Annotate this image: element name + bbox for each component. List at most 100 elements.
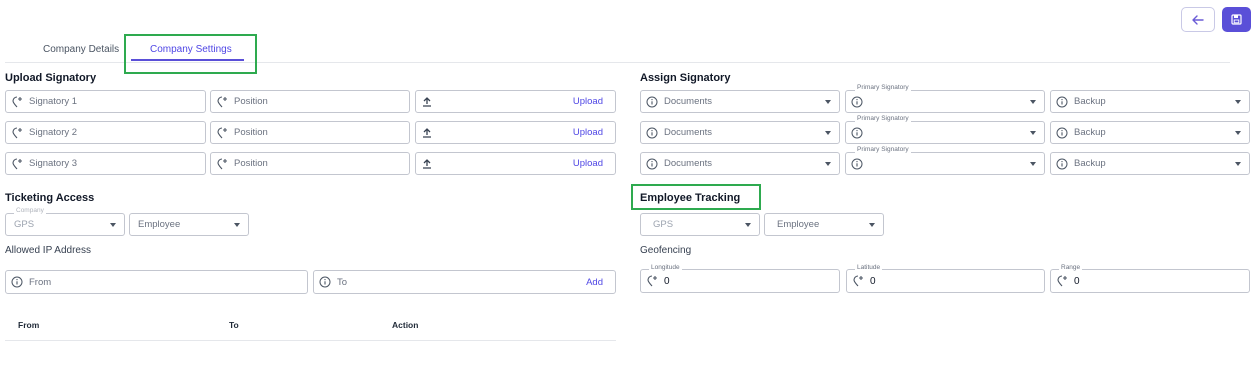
longitude-value: 0 xyxy=(664,275,670,287)
add-ip-button[interactable]: Add xyxy=(586,277,603,288)
back-button[interactable] xyxy=(1181,7,1215,32)
info-icon xyxy=(851,127,863,138)
primary-signatory-select[interactable] xyxy=(845,90,1045,113)
documents-select[interactable]: Documents xyxy=(640,90,840,113)
signature-upload-field[interactable]: Upload xyxy=(415,90,616,113)
chevron-down-icon xyxy=(825,130,831,135)
signatory-name-input[interactable]: Signatory 2 xyxy=(5,121,206,144)
location-plus-icon xyxy=(217,157,227,169)
signature-upload-field[interactable]: Upload xyxy=(415,152,616,175)
employee-select[interactable]: Employee xyxy=(129,213,249,236)
location-plus-icon xyxy=(217,126,227,138)
position-input[interactable]: Position xyxy=(210,90,410,113)
chevron-down-icon xyxy=(745,222,751,227)
range-value: 0 xyxy=(1074,275,1080,287)
position-placeholder: Position xyxy=(234,127,268,138)
chevron-down-icon xyxy=(234,222,240,227)
backup-value: Backup xyxy=(1074,96,1106,107)
chevron-down-icon xyxy=(110,222,116,227)
employee-value: Employee xyxy=(138,219,181,230)
backup-select[interactable]: Backup xyxy=(1050,121,1250,144)
documents-value: Documents xyxy=(664,96,713,107)
info-icon xyxy=(1056,96,1068,107)
backup-select[interactable]: Backup xyxy=(1050,152,1250,175)
info-icon xyxy=(646,127,658,138)
info-icon xyxy=(646,96,658,107)
location-plus-icon xyxy=(1057,275,1067,287)
location-plus-icon xyxy=(217,95,227,107)
documents-value: Documents xyxy=(664,127,713,138)
position-input[interactable]: Position xyxy=(210,121,410,144)
tracking-company-select[interactable]: GPS xyxy=(640,213,760,236)
location-plus-icon xyxy=(853,275,863,287)
documents-value: Documents xyxy=(664,158,713,169)
chevron-down-icon xyxy=(869,222,875,227)
location-plus-icon xyxy=(12,157,22,169)
highlight-box-tab xyxy=(124,34,257,74)
save-button[interactable] xyxy=(1222,7,1251,32)
company-label: Company xyxy=(14,207,46,214)
upload-icon xyxy=(423,158,431,169)
upload-button[interactable]: Upload xyxy=(573,96,603,107)
ip-from-input[interactable]: From xyxy=(5,270,308,294)
primary-signatory-select[interactable] xyxy=(845,152,1045,175)
location-plus-icon xyxy=(12,95,22,107)
position-input[interactable]: Position xyxy=(210,152,410,175)
chevron-down-icon xyxy=(825,161,831,166)
location-plus-icon xyxy=(12,126,22,138)
latitude-label: Latitude xyxy=(855,264,883,271)
position-placeholder: Position xyxy=(234,158,268,169)
tracking-employee-select[interactable]: Employee xyxy=(764,213,884,236)
info-icon xyxy=(646,158,658,169)
upload-icon xyxy=(423,96,431,107)
latitude-input[interactable]: 0 xyxy=(846,269,1045,293)
primary-signatory-select[interactable] xyxy=(845,121,1045,144)
chevron-down-icon xyxy=(1030,99,1036,104)
documents-select[interactable]: Documents xyxy=(640,152,840,175)
info-icon xyxy=(1056,127,1068,138)
company-select[interactable]: GPS xyxy=(5,213,125,236)
company-value: GPS xyxy=(14,219,35,230)
table-header-to: To xyxy=(229,320,239,330)
documents-select[interactable]: Documents xyxy=(640,121,840,144)
range-input[interactable]: 0 xyxy=(1050,269,1250,293)
chevron-down-icon xyxy=(1235,130,1241,135)
upload-icon xyxy=(423,127,431,138)
upload-signatory-title: Upload Signatory xyxy=(5,72,97,84)
chevron-down-icon xyxy=(1235,99,1241,104)
primary-signatory-label: Primary Signatory xyxy=(855,146,911,153)
signature-upload-field[interactable]: Upload xyxy=(415,121,616,144)
range-label: Range xyxy=(1059,264,1083,271)
employee-tracking-title: Employee Tracking xyxy=(640,192,741,204)
signatory-name-placeholder: Signatory 2 xyxy=(29,127,78,138)
table-header-from: From xyxy=(18,320,40,330)
position-placeholder: Position xyxy=(234,96,268,107)
info-icon xyxy=(851,96,863,107)
ticketing-access-title: Ticketing Access xyxy=(5,192,95,204)
signatory-name-input[interactable]: Signatory 1 xyxy=(5,90,206,113)
primary-signatory-label: Primary Signatory xyxy=(855,84,911,91)
allowed-ip-title: Allowed IP Address xyxy=(5,245,91,256)
signatory-name-placeholder: Signatory 1 xyxy=(29,96,78,107)
backup-select[interactable]: Backup xyxy=(1050,90,1250,113)
longitude-input[interactable]: 0 xyxy=(640,269,840,293)
upload-button[interactable]: Upload xyxy=(573,127,603,138)
chevron-down-icon xyxy=(1030,161,1036,166)
table-header-action: Action xyxy=(392,320,419,330)
info-icon xyxy=(1056,158,1068,169)
upload-button[interactable]: Upload xyxy=(573,158,603,169)
latitude-value: 0 xyxy=(870,275,876,287)
backup-value: Backup xyxy=(1074,158,1106,169)
tab-company-details[interactable]: Company Details xyxy=(43,44,119,55)
primary-signatory-label: Primary Signatory xyxy=(855,115,911,122)
info-icon xyxy=(11,276,23,288)
tracking-employee-value: Employee xyxy=(777,219,820,230)
signatory-name-input[interactable]: Signatory 3 xyxy=(5,152,206,175)
arrow-left-icon xyxy=(1192,14,1204,25)
chevron-down-icon xyxy=(1030,130,1036,135)
info-icon xyxy=(319,276,331,288)
ip-to-input[interactable]: To Add xyxy=(313,270,616,294)
info-icon xyxy=(851,158,863,169)
location-plus-icon xyxy=(647,275,657,287)
geofencing-title: Geofencing xyxy=(640,245,692,256)
